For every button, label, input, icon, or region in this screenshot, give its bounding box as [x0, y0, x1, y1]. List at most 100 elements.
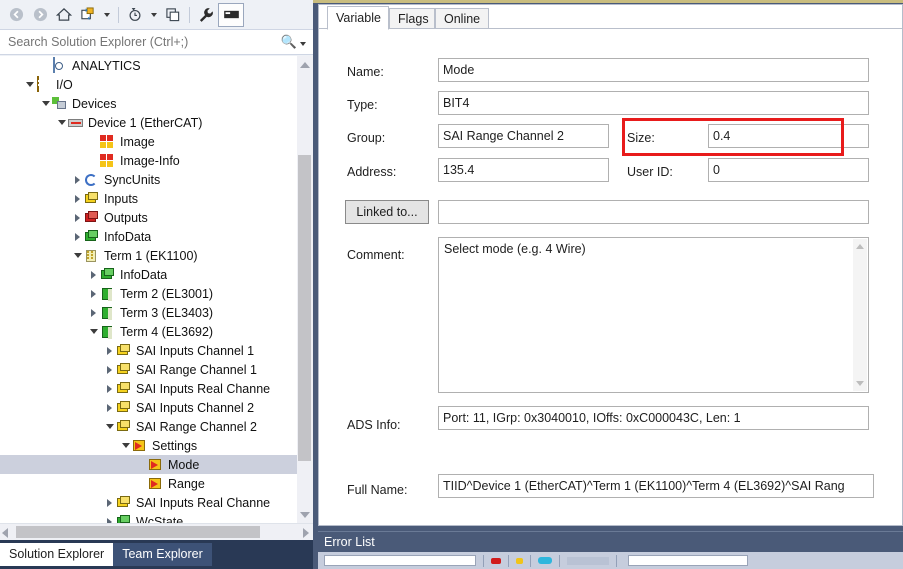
solution-tree[interactable]: ANALYTICS I/O Devices Device 1 (EtherCAT) Im…: [0, 56, 297, 523]
name-field[interactable]: Mode: [438, 58, 869, 82]
tree-twisty[interactable]: [56, 113, 67, 132]
tree-item[interactable]: Term 2 (EL3001): [0, 284, 297, 303]
error-list-filter-input[interactable]: [628, 555, 748, 566]
tree-twisty[interactable]: [40, 56, 51, 75]
linked-to-field[interactable]: [438, 200, 869, 224]
scroll-up-button[interactable]: [297, 56, 313, 73]
tree-item[interactable]: SAI Inputs Real Channe: [0, 493, 297, 512]
scroll-left-button[interactable]: [2, 528, 8, 538]
tree-twisty[interactable]: [88, 265, 99, 284]
tree-twisty[interactable]: [136, 455, 147, 474]
tree-item[interactable]: Devices: [0, 94, 297, 113]
tree-item[interactable]: SAI Range Channel 1: [0, 360, 297, 379]
ads-info-field[interactable]: Port: 11, IGrp: 0x3040010, IOffs: 0xC000…: [438, 406, 869, 430]
sync-with-active-document-icon[interactable]: [76, 4, 100, 26]
tree-item[interactable]: InfoData: [0, 227, 297, 246]
tree-twisty[interactable]: [72, 170, 83, 189]
tree-twisty[interactable]: [104, 379, 115, 398]
tree-item[interactable]: Device 1 (EtherCAT): [0, 113, 297, 132]
type-field[interactable]: BIT4: [438, 91, 869, 115]
tree-twisty[interactable]: [120, 436, 131, 455]
group-field[interactable]: SAI Range Channel 2: [438, 124, 609, 148]
tree-twisty[interactable]: [104, 417, 115, 436]
full-name-field[interactable]: TIID^Device 1 (EtherCAT)^Term 1 (EK1100)…: [438, 474, 874, 498]
tree-twisty[interactable]: [104, 493, 115, 512]
comment-scroll-down-icon[interactable]: [856, 381, 864, 386]
scroll-down-button[interactable]: [297, 506, 313, 523]
tree-twisty[interactable]: [104, 512, 115, 523]
tree-item[interactable]: WcState: [0, 512, 297, 523]
errors-icon[interactable]: [491, 557, 501, 564]
tree-twisty[interactable]: [72, 189, 83, 208]
warnings-icon[interactable]: [516, 557, 523, 564]
filter-dropdown-caret-icon[interactable]: [147, 4, 161, 26]
tree-item[interactable]: Inputs: [0, 189, 297, 208]
tree-vertical-scroll-thumb[interactable]: [298, 155, 311, 461]
tree-twisty[interactable]: [104, 398, 115, 417]
tree-item-label: InfoData: [120, 267, 168, 282]
scroll-right-button[interactable]: [303, 528, 309, 538]
address-field[interactable]: 135.4: [438, 158, 609, 182]
tree-twisty[interactable]: [72, 246, 83, 265]
tree-item[interactable]: Image-Info: [0, 151, 297, 170]
search-solution-explorer[interactable]: 🔍: [0, 30, 313, 55]
tree-item[interactable]: SyncUnits: [0, 170, 297, 189]
build-filter-dropdown[interactable]: [567, 556, 609, 565]
comment-scroll-up-icon[interactable]: [856, 244, 864, 249]
tree-item[interactable]: I/O: [0, 75, 297, 94]
tree-twisty[interactable]: [88, 322, 99, 341]
tree-item[interactable]: Term 1 (EK1100): [0, 246, 297, 265]
tree-item[interactable]: SAI Inputs Channel 2: [0, 398, 297, 417]
tree-twisty[interactable]: [104, 360, 115, 379]
back-icon[interactable]: [4, 4, 28, 26]
forward-icon[interactable]: [28, 4, 52, 26]
properties-wrench-icon[interactable]: [194, 4, 218, 26]
tree-item[interactable]: SAI Range Channel 2: [0, 417, 297, 436]
size-field[interactable]: 0.4: [708, 124, 869, 148]
pending-changes-filter-icon[interactable]: [123, 4, 147, 26]
tab-variable[interactable]: Variable: [327, 6, 389, 30]
user-id-field[interactable]: 0: [708, 158, 869, 182]
sync-dropdown-caret-icon[interactable]: [100, 4, 114, 26]
tab-flags[interactable]: Flags: [389, 8, 435, 29]
io-icon: [35, 75, 52, 93]
error-list-search-input[interactable]: [324, 555, 476, 566]
tree-twisty[interactable]: [88, 132, 99, 151]
panel-tab-solution-explorer[interactable]: Solution Explorer: [0, 543, 114, 566]
linked-to-button[interactable]: Linked to...: [345, 200, 429, 224]
tree-item[interactable]: SAI Inputs Real Channe: [0, 379, 297, 398]
search-input[interactable]: [0, 34, 281, 50]
tree-twisty[interactable]: [40, 94, 51, 113]
search-dropdown-caret-icon[interactable]: [300, 35, 306, 49]
tree-item[interactable]: Outputs: [0, 208, 297, 227]
panel-tab-team-explorer[interactable]: Team Explorer: [113, 543, 212, 566]
show-all-files-icon[interactable]: [218, 2, 244, 27]
panel-bottom-tabs[interactable]: Solution Explorer Team Explorer: [0, 540, 313, 569]
tree-item[interactable]: ANALYTICS: [0, 56, 297, 75]
tree-twisty[interactable]: [24, 75, 35, 94]
tree-twisty[interactable]: [88, 151, 99, 170]
tree-horizontal-scroll-thumb[interactable]: [16, 526, 260, 538]
tree-twisty[interactable]: [136, 474, 147, 493]
tree-item[interactable]: Image: [0, 132, 297, 151]
tree-item[interactable]: InfoData: [0, 265, 297, 284]
tree-item[interactable]: Term 3 (EL3403): [0, 303, 297, 322]
tree-twisty[interactable]: [72, 208, 83, 227]
tree-item[interactable]: Term 4 (EL3692): [0, 322, 297, 341]
refresh-icon[interactable]: [161, 4, 185, 26]
home-icon[interactable]: [52, 4, 76, 26]
tree-horizontal-scrollbar[interactable]: [0, 523, 313, 540]
tree-twisty[interactable]: [72, 227, 83, 246]
tree-item-label: Range: [168, 476, 205, 491]
tree-item[interactable]: Settings: [0, 436, 297, 455]
tab-online[interactable]: Online: [435, 8, 489, 29]
comment-scrollbar[interactable]: [853, 239, 867, 391]
tree-item[interactable]: Mode: [0, 455, 297, 474]
tree-twisty[interactable]: [88, 303, 99, 322]
tree-item[interactable]: SAI Inputs Channel 1: [0, 341, 297, 360]
tree-twisty[interactable]: [88, 284, 99, 303]
messages-icon[interactable]: [538, 557, 552, 564]
tree-item[interactable]: Range: [0, 474, 297, 493]
tree-twisty[interactable]: [104, 341, 115, 360]
comment-field[interactable]: Select mode (e.g. 4 Wire): [438, 237, 869, 393]
